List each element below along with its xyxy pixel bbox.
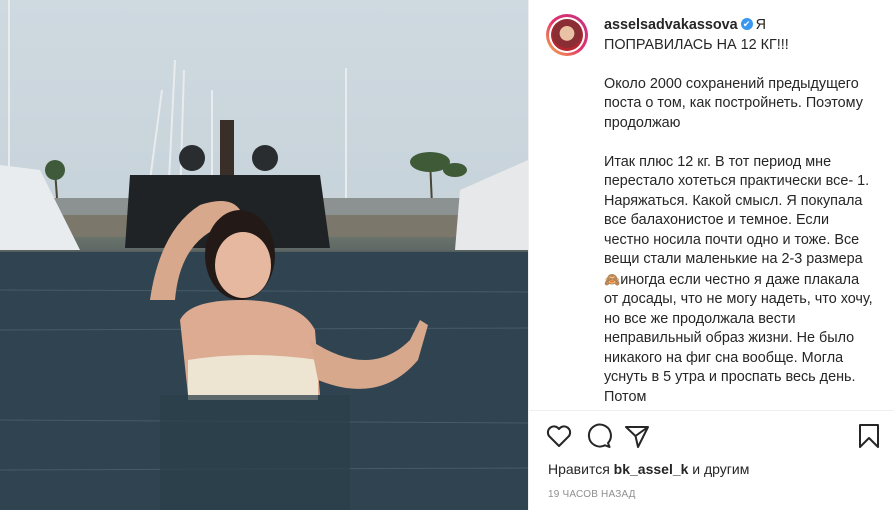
caption-paragraph-3b: иногда если честно я даже плакала от дос… [604, 271, 873, 405]
verified-badge-icon: ✔ [740, 18, 753, 31]
action-bar [529, 420, 893, 454]
instagram-post: asselsadvakassova ✔ Я ПОПРАВИЛАСЬ НА 12 КГ… [0, 0, 893, 510]
caption-paragraph-3a: Итак плюс 12 кг. В тот период мне перест… [604, 153, 870, 268]
comment-icon[interactable] [585, 422, 613, 450]
username-link[interactable]: asselsadvakassova [604, 17, 738, 33]
share-icon[interactable] [623, 422, 651, 450]
water-reflection [160, 395, 350, 510]
heart-icon[interactable] [545, 422, 573, 450]
post-photo[interactable] [0, 0, 528, 510]
caption: asselsadvakassova ✔ Я ПОПРАВИЛАСЬ НА 12 КГ… [604, 16, 874, 410]
likes-prefix: Нравится [548, 461, 610, 477]
post-sidebar: asselsadvakassova ✔ Я ПОПРАВИЛАСЬ НА 12 КГ… [528, 0, 893, 510]
photo-illustration [0, 0, 528, 510]
divider [529, 410, 893, 411]
bookmark-icon[interactable] [855, 422, 883, 450]
boat-right [455, 160, 528, 250]
monkey-emoji-icon: 🙈 [604, 271, 621, 287]
likes-suffix-link[interactable]: и другим [692, 461, 749, 477]
caption-paragraph-2: Около 2000 сохранений предыдущего поста … [604, 75, 863, 131]
avatar[interactable] [546, 14, 588, 56]
caption-area: asselsadvakassova ✔ Я ПОПРАВИЛАСЬ НА 12 КГ… [529, 0, 893, 410]
timestamp[interactable]: 19 часов назад [548, 489, 636, 500]
likes-line: Нравится bk_assel_k и другим [548, 461, 749, 477]
liker-username-link[interactable]: bk_assel_k [614, 461, 689, 477]
